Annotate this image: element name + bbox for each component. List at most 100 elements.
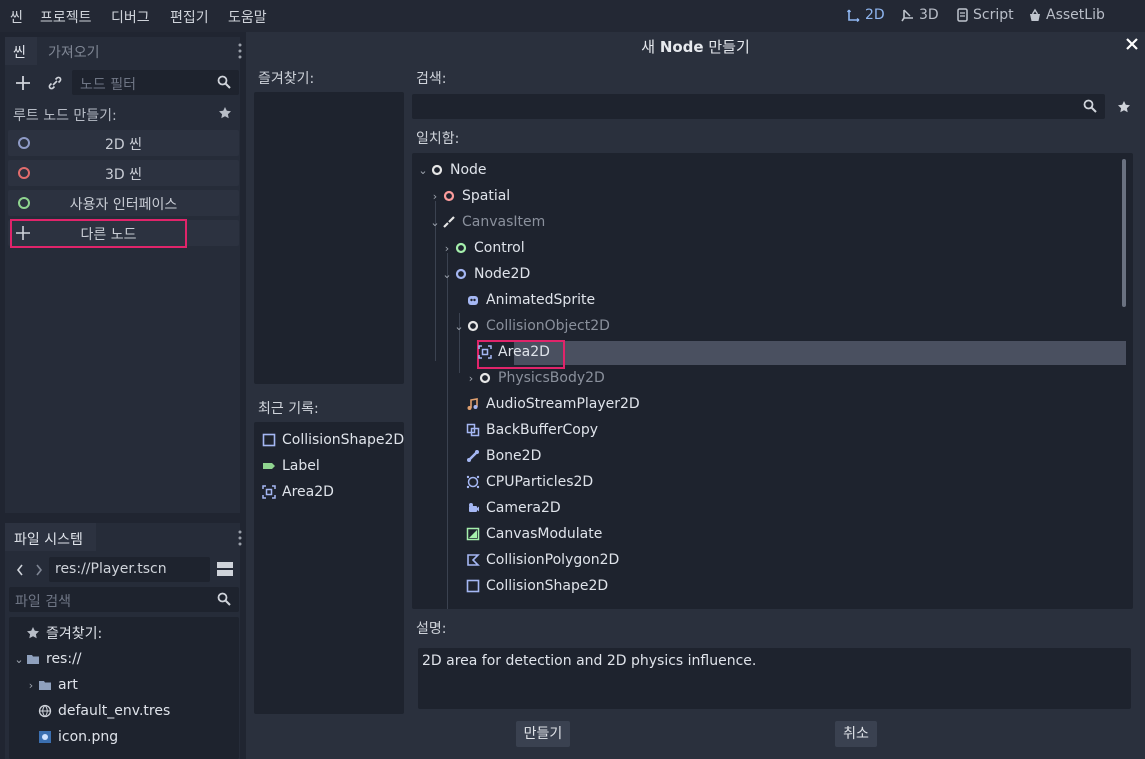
file-search-input[interactable]: 파일 검색 [9,587,239,612]
tree-node-label: AudioStreamPlayer2D [486,396,640,412]
tree-node-backbuffercopy[interactable]: BackBufferCopy [454,418,598,442]
tree-scrollbar[interactable] [1122,159,1126,307]
tree-node-label: Camera2D [486,500,561,516]
tree-node-node[interactable]: ⌄ Node [418,158,487,182]
tree-node-spatial[interactable]: › Spatial [430,184,510,208]
chevron-down-icon[interactable]: ⌄ [418,164,428,177]
path-value: res://Player.tscn [55,561,167,577]
spatial-icon [443,190,455,202]
description-label: 설명: [416,621,447,637]
tree-node-area2d[interactable]: Area2D [466,340,550,364]
fs-art-folder[interactable]: › art [26,673,78,697]
cancel-button[interactable]: 취소 [835,721,877,747]
tree-node-audiostreamplayer2d[interactable]: AudioStreamPlayer2D [454,392,640,416]
folder-icon [27,655,39,664]
tree-node-cpuparticles2d[interactable]: CPUParticles2D [454,470,593,494]
workspace-script-button[interactable]: Script [955,7,1014,23]
tree-selection [514,341,1126,365]
tree-node-label: BackBufferCopy [486,422,598,438]
tree-node-label: CollisionPolygon2D [486,552,620,568]
tab-scene[interactable]: 씬 [13,42,26,62]
tree-node-collisionpolygon2d[interactable]: CollisionPolygon2D [454,548,619,572]
fs-res-root[interactable]: ⌄ res:// [14,647,82,671]
chevron-down-icon[interactable]: ⌄ [430,216,440,229]
star-icon[interactable] [218,106,232,120]
user-interface-label: 사용자 인터페이스 [69,197,178,213]
workspace-assetlib-label: AssetLib [1046,7,1105,23]
chevron-right-icon[interactable]: › [442,242,452,255]
tree-node-collisionshape2d[interactable]: CollisionShape2D [454,574,608,598]
description-text: 2D area for detection and 2D physics inf… [422,653,757,669]
forward-icon[interactable] [34,563,44,577]
chevron-right-icon[interactable]: › [430,190,440,203]
chevron-down-icon[interactable]: ⌄ [454,320,464,333]
recent-item-area2d[interactable]: Area2D [262,480,334,504]
tree-node-canvasitem[interactable]: ⌄ CanvasItem [430,210,545,234]
fs-icon-png[interactable]: icon.png [38,725,118,749]
menu-editor[interactable]: 편집기 [170,7,209,27]
menu-help[interactable]: 도움말 [228,7,267,27]
link-icon[interactable] [47,75,63,91]
2d-scene-button[interactable]: 2D 씬 [8,130,239,156]
add-node-icon[interactable] [15,75,31,91]
filesystem-menu-icon[interactable] [237,529,243,547]
menu-scene[interactable]: 씬 [10,7,23,27]
chevron-right-icon[interactable]: › [466,372,476,385]
workspace-2d-button[interactable]: 2D [847,7,885,23]
chevron-right-icon[interactable]: › [26,679,36,692]
split-view-icon[interactable] [216,561,234,577]
tree-node-node2d[interactable]: ⌄ Node2D [442,262,530,286]
menu-debug[interactable]: 디버그 [111,7,150,27]
collisionshape2d-icon [262,433,276,447]
menu-project[interactable]: 프로젝트 [40,7,92,27]
description-box: 2D area for detection and 2D physics inf… [418,648,1131,709]
tab-import[interactable]: 가져오기 [48,42,100,62]
tree-node-collisionobject2d[interactable]: ⌄ CollisionObject2D [454,314,610,338]
chevron-down-icon[interactable]: ⌄ [442,268,452,281]
workspace-script-label: Script [973,7,1014,23]
3d-scene-label: 3D 씬 [104,167,143,183]
dock-menu-icon[interactable] [237,42,243,60]
tree-node-canvasmodulate[interactable]: CanvasModulate [454,522,602,546]
tab-filesystem[interactable]: 파일 시스템 [14,529,83,549]
tree-node-label: Node [450,162,487,178]
image-icon [39,731,51,743]
highlight-other-node [10,219,187,248]
camera2d-icon [469,503,479,512]
node-tree: ⌄ Node › Spatial ⌄ CanvasItem › Control ⌄ Node2D A… [412,153,1133,609]
tree-node-animatedsprite[interactable]: AnimatedSprite [454,288,595,312]
tree-node-bone2d[interactable]: Bone2D [454,444,541,468]
create-button[interactable]: 만들기 [516,721,570,747]
tree-node-control[interactable]: › Control [442,236,525,260]
chevron-down-icon[interactable]: ⌄ [14,653,24,666]
fs-favorites-label: 즐겨찾기: [46,626,103,642]
favorites-label: 즐겨찾기: [258,71,315,87]
tree-node-physicsbody2d[interactable]: › PhysicsBody2D [466,366,605,390]
node-filter-input[interactable]: 노드 필터 [72,70,239,95]
fs-res-label: res:// [46,651,82,667]
back-icon[interactable] [15,563,25,577]
workspace-assetlib-button[interactable]: AssetLib [1028,7,1105,23]
close-icon[interactable] [1126,38,1138,50]
dialog-title-prefix: 새 [641,38,660,56]
workspace-3d-button[interactable]: 3D [901,7,939,23]
fs-default-env-label: default_env.tres [58,703,171,719]
control-icon [455,242,467,254]
favorite-star-icon[interactable] [1117,100,1131,114]
tree-node-camera2d[interactable]: Camera2D [454,496,561,520]
3d-scene-button[interactable]: 3D 씬 [8,160,239,186]
backbuffercopy-icon [466,423,480,437]
collisionpolygon2d-icon [467,554,480,566]
search-input[interactable] [412,94,1105,119]
path-field[interactable]: res://Player.tscn [49,557,210,582]
file-search-placeholder: 파일 검색 [15,594,71,610]
tree-node-label: AnimatedSprite [486,292,596,308]
user-interface-button[interactable]: 사용자 인터페이스 [8,190,239,216]
fs-favorites[interactable]: 즐겨찾기: [26,621,102,645]
search-icon [217,75,231,89]
recent-label: 최근 기록: [258,401,319,417]
create-node-dialog: 새 Node 만들기 즐겨찾기: 최근 기록: CollisionShape2D… [246,32,1145,759]
recent-item-label-node[interactable]: Label [262,454,320,478]
fs-default-env[interactable]: default_env.tres [38,699,170,723]
recent-item-collisionshape2d[interactable]: CollisionShape2D [262,428,404,452]
